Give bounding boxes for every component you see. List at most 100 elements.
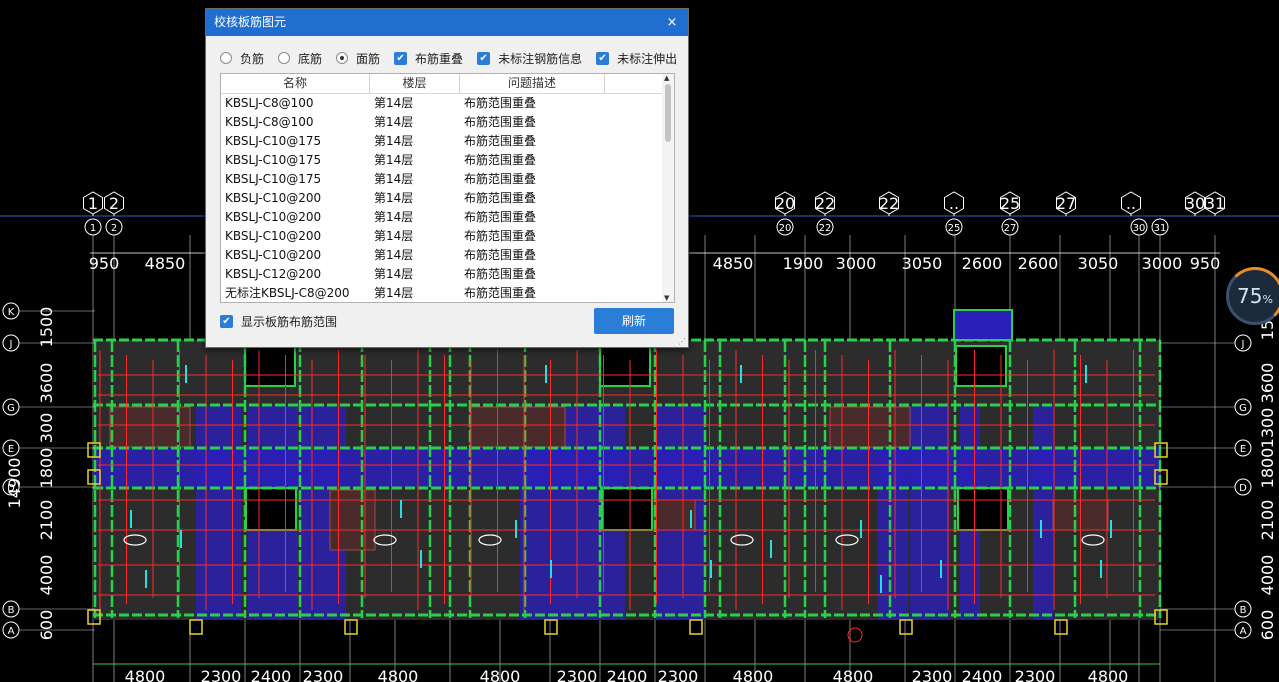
column-header-name[interactable]: 名称 bbox=[221, 74, 370, 93]
table-row[interactable]: KBSLJ-C10@200 第14层 布筋范围重叠 bbox=[221, 208, 674, 227]
table-row[interactable]: KBSLJ-C10@175 第14层 布筋范围重叠 bbox=[221, 132, 674, 151]
dimension-label-bottom: 2300 bbox=[912, 667, 953, 682]
dimension-label: 3050 bbox=[1078, 254, 1119, 273]
check-no-extend-length[interactable]: ✔ 未标注伸出长度 bbox=[596, 50, 676, 67]
table-cell-name: 无标注KBSLJ-C8@200 bbox=[225, 286, 350, 300]
table-row[interactable]: KBSLJ-C8@100 第14层 布筋范围重叠 bbox=[221, 94, 674, 113]
overlap-column bbox=[196, 405, 241, 620]
dimension-label-vertical: 1800 bbox=[1258, 448, 1277, 489]
column-marker bbox=[899, 619, 913, 635]
cyan-annotation bbox=[740, 365, 742, 383]
dimension-label: 4850 bbox=[145, 254, 186, 273]
radio-label: 负筋 bbox=[240, 51, 265, 66]
radio-top-rebar[interactable]: 面筋 bbox=[336, 50, 380, 67]
dimension-label-bottom: 2300 bbox=[658, 667, 699, 682]
dimension-label-vertical: 1300 bbox=[1258, 408, 1277, 449]
table-row[interactable]: KBSLJ-C8@100 第14层 布筋范围重叠 bbox=[221, 113, 674, 132]
axis-label-left: E bbox=[8, 444, 14, 455]
table-cell-issue: 布筋范围重叠 bbox=[464, 153, 537, 167]
dimension-label-bottom: 2400 bbox=[251, 667, 292, 682]
checkbox-checked-icon: ✔ bbox=[477, 51, 491, 65]
axis-label: 25 bbox=[1000, 194, 1020, 213]
cyan-annotation bbox=[550, 560, 552, 578]
table-row[interactable]: KBSLJ-C10@200 第14层 布筋范围重叠 bbox=[221, 189, 674, 208]
axis-label-right: G bbox=[1239, 403, 1247, 414]
dimension-label-vertical: 1500 bbox=[37, 307, 56, 348]
table-scrollbar[interactable]: ▲ ▼ bbox=[662, 74, 674, 302]
dimension-label: 4850 bbox=[713, 254, 754, 273]
radio-icon bbox=[220, 52, 232, 64]
dimension-label-vertical: 2100 bbox=[37, 500, 56, 541]
checkbox-label: 布筋重叠 bbox=[415, 51, 464, 66]
axis-label-small: 31 bbox=[1154, 223, 1167, 234]
dimension-label-vertical: 600 bbox=[1258, 610, 1277, 641]
table-row[interactable]: 无标注KBSLJ-C8@200 第14层 布筋范围重叠 bbox=[221, 284, 674, 302]
column-header-issue[interactable]: 问题描述 bbox=[460, 74, 605, 93]
check-slab-rebar-dialog: 校核板筋图元 × 负筋 底筋 面筋 ✔ 布筋重叠 ✔ 未标注钢筋信息 ✔ 未标注伸出长… bbox=[205, 8, 689, 348]
table-cell-floor: 第14层 bbox=[374, 153, 414, 167]
stair-opening bbox=[245, 487, 297, 531]
dimension-label: 3000 bbox=[1142, 254, 1183, 273]
axis-label-right: D bbox=[1239, 483, 1247, 494]
axis-label-right: J bbox=[1241, 339, 1245, 350]
scroll-up-icon[interactable]: ▲ bbox=[664, 74, 669, 82]
zoom-indicator[interactable]: 75% bbox=[1226, 267, 1279, 325]
check-rebar-overlap[interactable]: ✔ 布筋重叠 bbox=[394, 50, 463, 67]
axis-label: 22 bbox=[879, 194, 899, 213]
table-cell-name: KBSLJ-C10@175 bbox=[225, 153, 322, 167]
table-cell-name: KBSLJ-C10@175 bbox=[225, 134, 322, 148]
close-icon[interactable]: × bbox=[664, 9, 680, 36]
cyan-annotation bbox=[770, 540, 772, 558]
column-marker bbox=[344, 619, 358, 635]
zoom-value: 75 bbox=[1237, 284, 1263, 308]
radio-negative-rebar[interactable]: 负筋 bbox=[220, 50, 264, 67]
dimension-label: 3050 bbox=[902, 254, 943, 273]
dimension-label-bottom: 2400 bbox=[607, 667, 648, 682]
table-cell-name: KBSLJ-C8@100 bbox=[225, 115, 314, 129]
radio-bottom-rebar[interactable]: 底筋 bbox=[278, 50, 322, 67]
scroll-down-icon[interactable]: ▼ bbox=[664, 294, 669, 302]
column-marker bbox=[689, 619, 703, 635]
table-cell-issue: 布筋范围重叠 bbox=[464, 115, 537, 129]
stair-opening bbox=[955, 345, 1007, 387]
cyan-annotation bbox=[690, 510, 692, 528]
axis-label-right: B bbox=[1240, 605, 1247, 616]
dimension-label: 950 bbox=[89, 254, 120, 273]
table-row[interactable]: KBSLJ-C10@200 第14层 布筋范围重叠 bbox=[221, 227, 674, 246]
dialog-titlebar[interactable]: 校核板筋图元 × bbox=[206, 9, 688, 36]
table-row[interactable]: KBSLJ-C12@200 第14层 布筋范围重叠 bbox=[221, 265, 674, 284]
axis-label-left: A bbox=[8, 626, 15, 637]
scrollbar-thumb[interactable] bbox=[665, 84, 671, 142]
dimension-label-vertical: 14900 bbox=[5, 458, 24, 509]
table-cell-name: KBSLJ-C10@200 bbox=[225, 248, 322, 262]
table-cell-floor: 第14层 bbox=[374, 248, 414, 262]
axis-label: 31 bbox=[1205, 194, 1225, 213]
check-no-rebar-info[interactable]: ✔ 未标注钢筋信息 bbox=[477, 50, 582, 67]
stair-opening bbox=[244, 345, 296, 387]
zoom-label: 75% bbox=[1229, 284, 1279, 308]
table-row[interactable]: KBSLJ-C10@200 第14层 布筋范围重叠 bbox=[221, 246, 674, 265]
issue-table: 名称 楼层 问题描述 KBSLJ-C8@100 第14层 布筋范围重叠 KBSLJ-C… bbox=[220, 73, 675, 303]
column-marker bbox=[544, 619, 558, 635]
cyan-annotation bbox=[1110, 520, 1112, 538]
table-cell-name: KBSLJ-C10@200 bbox=[225, 229, 322, 243]
stair-opening bbox=[601, 487, 653, 531]
dimension-label-vertical: 3600 bbox=[1258, 363, 1277, 404]
table-cell-floor: 第14层 bbox=[374, 210, 414, 224]
dimension-label-vertical: 3600 bbox=[37, 363, 56, 404]
dimension-label-bottom: 4800 bbox=[480, 667, 521, 682]
radio-label: 底筋 bbox=[298, 51, 323, 66]
dimension-label-bottom: 4800 bbox=[733, 667, 774, 682]
stair-opening bbox=[599, 345, 651, 387]
dimension-label: 2600 bbox=[1018, 254, 1059, 273]
dialog-title: 校核板筋图元 bbox=[214, 15, 287, 29]
table-cell-issue: 布筋范围重叠 bbox=[464, 229, 537, 243]
table-row[interactable]: KBSLJ-C10@175 第14层 布筋范围重叠 bbox=[221, 170, 674, 189]
column-header-floor[interactable]: 楼层 bbox=[370, 74, 460, 93]
table-row[interactable]: KBSLJ-C10@175 第14层 布筋范围重叠 bbox=[221, 151, 674, 170]
show-rebar-range-checkbox[interactable]: ✔ 显示板筋布筋范围 bbox=[220, 313, 337, 330]
table-cell-name: KBSLJ-C10@200 bbox=[225, 191, 322, 205]
refresh-button[interactable]: 刷新 bbox=[594, 308, 674, 334]
table-cell-issue: 布筋范围重叠 bbox=[464, 134, 537, 148]
resize-grip-icon[interactable]: ⋰ bbox=[678, 337, 686, 346]
